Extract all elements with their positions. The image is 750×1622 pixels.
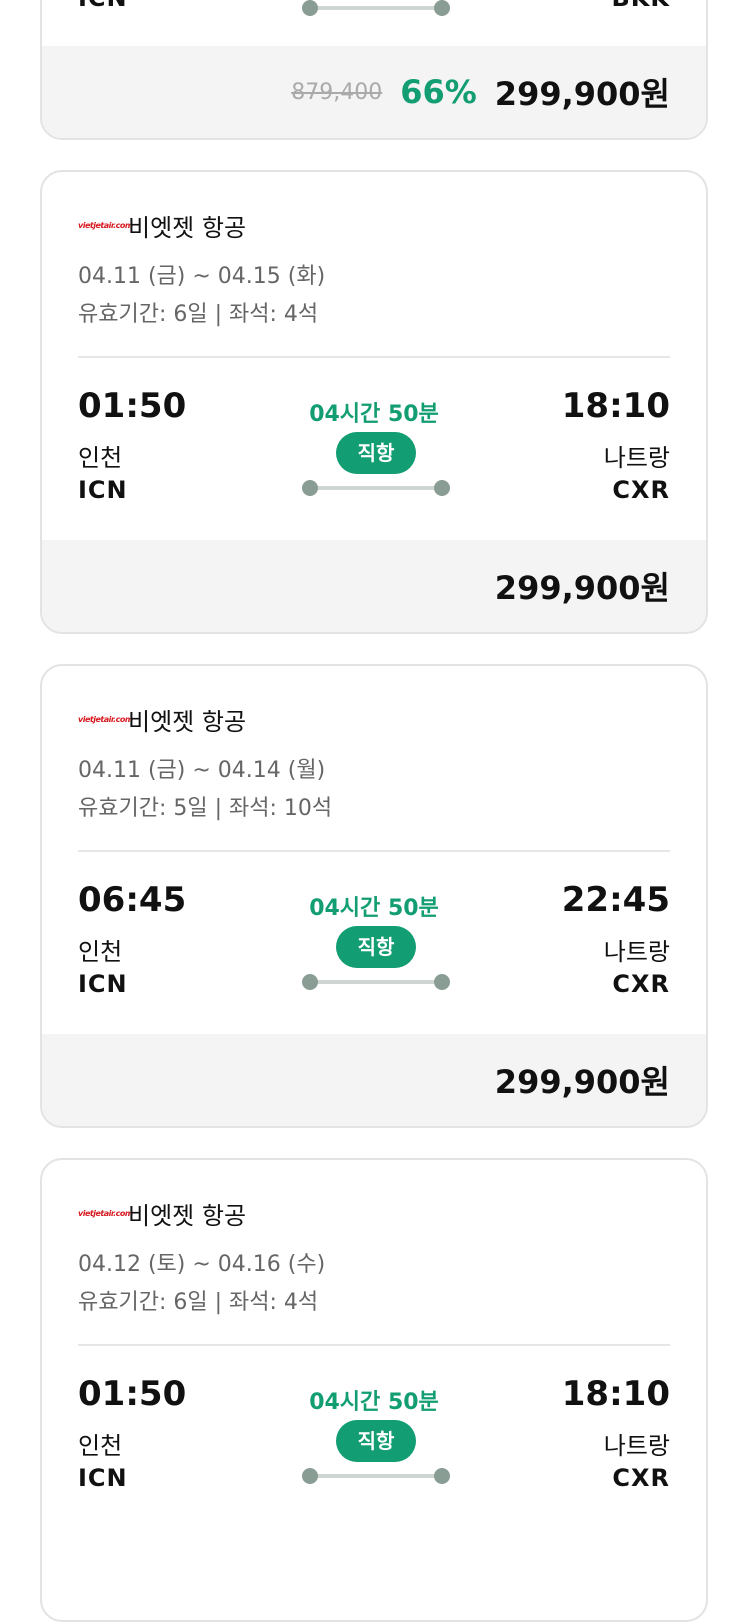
vietjet-logo-icon: vietjetair.com bbox=[78, 1209, 133, 1218]
arrival-dot-icon bbox=[434, 480, 450, 496]
departure-dot-icon bbox=[302, 480, 318, 496]
discount-percent: 66% bbox=[400, 73, 477, 111]
arrival-city: 나트랑 bbox=[603, 444, 670, 472]
direct-flight-badge: 직항 bbox=[336, 1420, 416, 1462]
arrival-code: CXR bbox=[612, 476, 670, 504]
vietjet-logo-icon: vietjetair.com bbox=[78, 221, 133, 230]
price-section: 879,400 66% 299,900원 bbox=[42, 46, 706, 138]
divider bbox=[78, 850, 670, 852]
validity-seats: 유효기간: 6일 | 좌석: 4석 bbox=[78, 302, 319, 327]
flight-card[interactable]: vietjetair.com 비엣젯 항공 04.11 (금) ~ 04.14 … bbox=[40, 664, 708, 1128]
airline-row: vietjetair.com 비엣젯 항공 bbox=[78, 702, 246, 737]
route-line bbox=[302, 974, 450, 990]
departure-city: 인천 bbox=[78, 938, 123, 966]
airline-row: vietjetair.com 비엣젯 항공 bbox=[78, 1196, 246, 1231]
route-line bbox=[302, 1468, 450, 1484]
arrival-city: 나트랑 bbox=[603, 938, 670, 966]
final-price: 299,900원 bbox=[494, 1063, 670, 1101]
direct-flight-badge: 직항 bbox=[336, 432, 416, 474]
airline-name: 비엣젯 항공 bbox=[128, 214, 247, 242]
departure-dot-icon bbox=[302, 974, 318, 990]
arrival-dot-icon bbox=[434, 1468, 450, 1484]
departure-code: ICN bbox=[78, 1464, 128, 1492]
final-price: 299,900원 bbox=[494, 569, 670, 607]
divider bbox=[78, 1344, 670, 1346]
vietjet-logo-icon: vietjetair.com bbox=[78, 715, 133, 724]
flight-card[interactable]: ICN BKK 879,400 66% 299,900원 bbox=[40, 0, 708, 140]
divider bbox=[78, 356, 670, 358]
arrival-code: CXR bbox=[612, 970, 670, 998]
travel-dates: 04.11 (금) ~ 04.15 (화) bbox=[78, 264, 326, 289]
travel-dates: 04.12 (토) ~ 04.16 (수) bbox=[78, 1252, 326, 1277]
departure-code: ICN bbox=[78, 0, 128, 12]
validity-seats: 유효기간: 5일 | 좌석: 10석 bbox=[78, 796, 333, 821]
departure-city: 인천 bbox=[78, 1432, 123, 1460]
departure-code: ICN bbox=[78, 970, 128, 998]
arrival-code: BKK bbox=[612, 0, 671, 12]
route-line bbox=[302, 480, 450, 496]
airline-row: vietjetair.com 비엣젯 항공 bbox=[78, 208, 246, 243]
original-price: 879,400 bbox=[291, 79, 383, 105]
arrival-code: CXR bbox=[612, 1464, 670, 1492]
airline-name: 비엣젯 항공 bbox=[128, 708, 247, 736]
route-line bbox=[302, 0, 450, 16]
flight-duration: 04시간 50분 bbox=[309, 896, 439, 921]
arrival-city: 나트랑 bbox=[603, 1432, 670, 1460]
departure-dot-icon bbox=[302, 1468, 318, 1484]
travel-dates: 04.11 (금) ~ 04.14 (월) bbox=[78, 758, 326, 783]
price-section: 299,900원 bbox=[42, 1034, 706, 1126]
flight-card[interactable]: vietjetair.com 비엣젯 항공 04.11 (금) ~ 04.15 … bbox=[40, 170, 708, 634]
flight-duration: 04시간 50분 bbox=[309, 402, 439, 427]
departure-code: ICN bbox=[78, 476, 128, 504]
departure-dot-icon bbox=[302, 0, 318, 16]
flight-duration: 04시간 50분 bbox=[309, 1390, 439, 1415]
price-section: 299,900원 bbox=[42, 540, 706, 632]
arrival-dot-icon bbox=[434, 974, 450, 990]
validity-seats: 유효기간: 6일 | 좌석: 4석 bbox=[78, 1290, 319, 1315]
airline-name: 비엣젯 항공 bbox=[128, 1202, 247, 1230]
arrival-dot-icon bbox=[434, 0, 450, 16]
final-price: 299,900원 bbox=[494, 75, 670, 113]
departure-city: 인천 bbox=[78, 444, 123, 472]
direct-flight-badge: 직항 bbox=[336, 926, 416, 968]
flight-card[interactable]: vietjetair.com 비엣젯 항공 04.12 (토) ~ 04.16 … bbox=[40, 1158, 708, 1622]
